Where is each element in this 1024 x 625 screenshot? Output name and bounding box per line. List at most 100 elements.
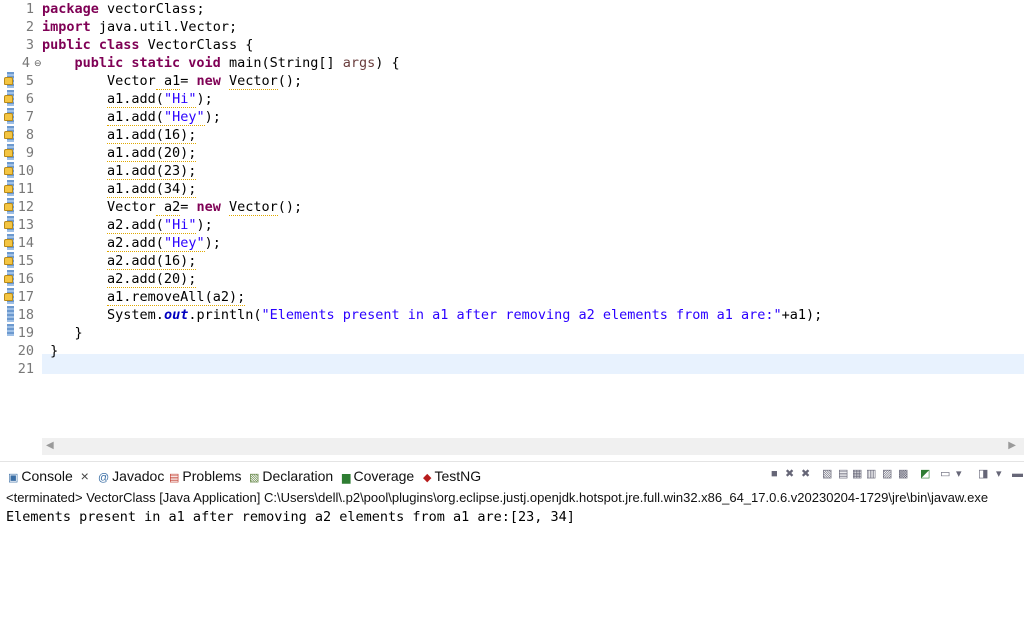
show-on-error-icon[interactable]: ▨: [882, 467, 892, 481]
code-text: java.util.Vector;: [90, 19, 238, 35]
code-text: ) {: [375, 55, 400, 71]
code-text: Vector: [107, 199, 156, 215]
code-text: );: [196, 217, 213, 233]
static-field: out: [163, 307, 189, 323]
tab-coverage[interactable]: ▆ Coverage: [342, 466, 414, 486]
code-text: .println(: [188, 307, 262, 323]
line-number: 11: [17, 181, 34, 197]
string-literal: "Hey": [163, 109, 205, 125]
code-text: vectorClass;: [98, 1, 205, 17]
string-literal: "Elements present in a1 after removing a…: [261, 307, 782, 323]
code-line-3: public class VectorClass {: [42, 36, 253, 54]
line-number: 4: [21, 55, 30, 71]
code-line-19: }: [42, 325, 83, 341]
testng-icon: ◆: [423, 472, 432, 484]
code-text: a1.add(20);: [107, 145, 197, 162]
console-tab-bar: ▣ Console × @ Javadoc ▤ Problems ▧ Declarati…: [0, 462, 1024, 488]
coverage-icon: ▆: [342, 472, 351, 484]
declaration-icon: ▧: [249, 472, 260, 484]
code-line-9: a1.add(20);: [42, 144, 197, 162]
console-status-line: <terminated> VectorClass [Java Applicati…: [6, 490, 989, 505]
code-editor[interactable]: 1 2 3 4 5 6 7 8 9 10 11 12 13 14 15 16 1…: [0, 0, 1024, 455]
line-number: 1: [25, 1, 34, 17]
minimize-icon[interactable]: ▬: [1012, 467, 1023, 481]
line-number: 18: [17, 307, 34, 323]
remove-all-terminated-icon[interactable]: ✖: [801, 467, 810, 481]
tab-label: Problems: [182, 468, 242, 484]
scroll-right-icon[interactable]: ▶: [1008, 440, 1016, 451]
code-text: System.: [107, 307, 164, 323]
keyword: public class: [42, 37, 140, 53]
code-text: Vector: [107, 73, 156, 89]
line-number: 12: [17, 199, 34, 215]
tab-declaration[interactable]: ▧ Declaration: [249, 466, 333, 486]
console-output[interactable]: Elements present in a1 after removing a2…: [6, 508, 575, 526]
display-console-icon[interactable]: ▭: [940, 467, 950, 481]
code-text: ();: [277, 199, 303, 215]
line-number: 2: [25, 19, 34, 35]
tab-javadoc[interactable]: @ Javadoc: [98, 466, 164, 486]
code-line-13: a2.add("Hi");: [42, 216, 213, 234]
line-number: 21: [17, 361, 34, 377]
code-text: ();: [277, 73, 303, 89]
code-text: a1.removeAll(a2);: [107, 289, 246, 306]
code-text: a1.add(34);: [107, 181, 197, 198]
warning-squiggle: a2.add("Hey": [107, 235, 205, 252]
view-separator[interactable]: [0, 455, 1024, 462]
code-text: );: [204, 235, 221, 251]
close-icon[interactable]: ×: [81, 468, 89, 484]
line-number: 5: [25, 73, 34, 89]
console-icon: ▣: [8, 472, 19, 484]
parameter: args: [342, 55, 376, 71]
keyword: new: [196, 73, 221, 89]
scroll-lock-icon[interactable]: ▤: [838, 467, 848, 481]
scroll-left-icon[interactable]: ◀: [46, 440, 54, 451]
clear-console-icon[interactable]: ▧: [822, 467, 832, 481]
code-line-12: Vector a2= new Vector();: [42, 198, 302, 216]
show-on-output-icon[interactable]: ▥: [866, 467, 876, 481]
tab-problems[interactable]: ▤ Problems: [169, 466, 242, 486]
line-number: 10: [17, 163, 34, 179]
code-area[interactable]: package vectorClass; import java.util.Ve…: [42, 0, 1024, 440]
tab-label: Javadoc: [112, 468, 165, 484]
warning-squiggle: a2: [155, 199, 181, 216]
tab-label: Console: [21, 468, 73, 484]
line-number: 15: [17, 253, 34, 269]
tab-testng[interactable]: ◆ TestNG: [423, 466, 481, 486]
string-literal: "Hey": [163, 235, 205, 251]
fold-collapse-icon[interactable]: ⊖: [34, 58, 42, 69]
pin-console-icon[interactable]: ▩: [898, 467, 908, 481]
code-line-11: a1.add(34);: [42, 180, 197, 198]
horizontal-scrollbar[interactable]: ◀ ▶: [42, 438, 1024, 455]
code-line-1: package vectorClass;: [42, 0, 205, 18]
code-text: VectorClass {: [139, 37, 254, 53]
tab-console[interactable]: ▣ Console ×: [8, 466, 89, 486]
chevron-down-icon[interactable]: ▾: [956, 467, 962, 481]
terminate-icon[interactable]: ■: [771, 467, 778, 481]
chevron-down-icon[interactable]: ▾: [996, 467, 1002, 481]
code-line-10: a1.add(23);: [42, 162, 197, 180]
open-console-icon[interactable]: ◩: [920, 467, 930, 481]
new-console-icon[interactable]: ◨: [978, 467, 988, 481]
remove-launch-icon[interactable]: ✖: [785, 467, 794, 481]
code-line-20: }: [42, 343, 59, 359]
code-text: =: [180, 73, 197, 89]
code-line-2: import java.util.Vector;: [42, 18, 237, 36]
code-line-18: System.out.println("Elements present in …: [42, 306, 822, 324]
code-line-17: a1.removeAll(a2);: [42, 288, 246, 306]
code-text: a2.add(20);: [107, 271, 197, 288]
code-text: =: [180, 199, 197, 215]
word-wrap-icon[interactable]: ▦: [852, 467, 862, 481]
code-text: a1.add(: [107, 91, 164, 107]
string-literal: "Hi": [163, 91, 197, 107]
